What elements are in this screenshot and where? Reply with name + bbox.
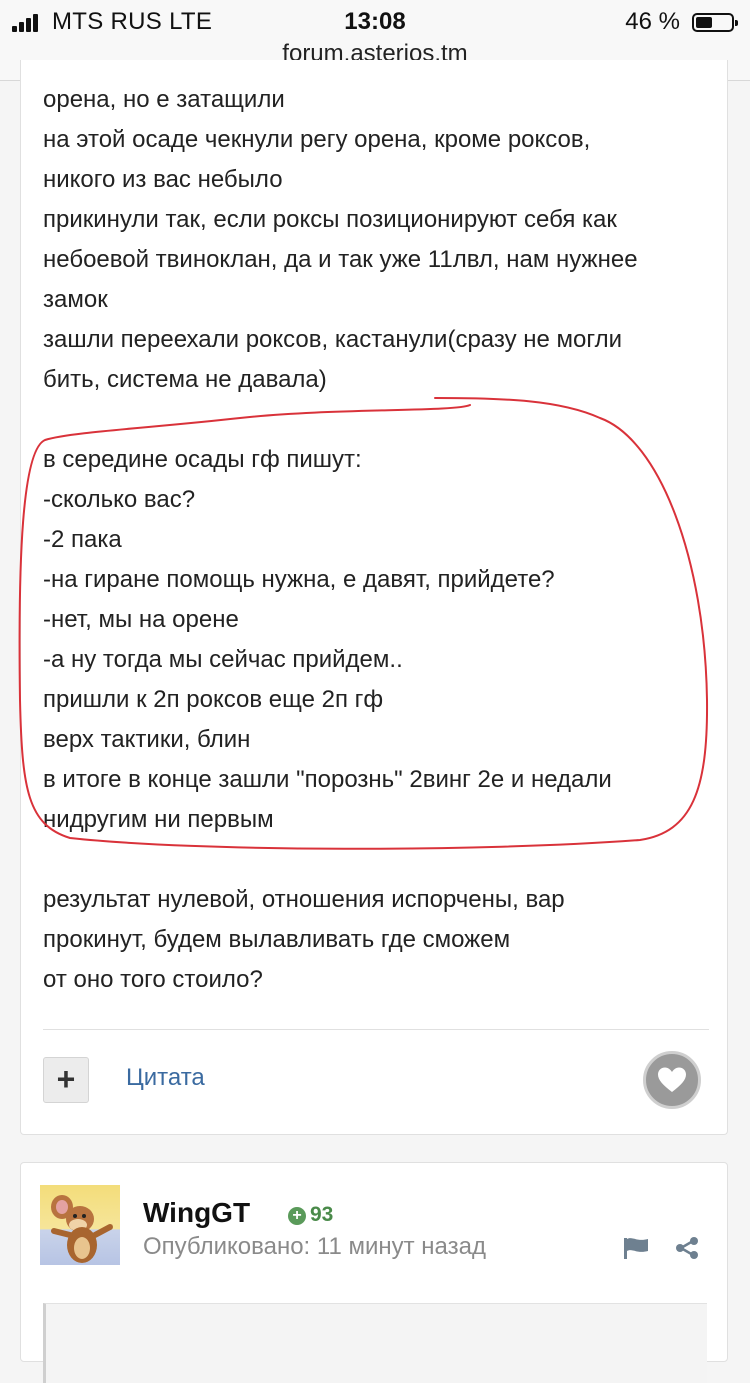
quote-button[interactable]: Цитата <box>126 1064 205 1092</box>
post-text-line: -2 пака <box>43 526 122 553</box>
post-text-line: верх тактики, блин <box>43 726 251 753</box>
post-text-line: -нет, мы на орене <box>43 606 239 633</box>
post-divider <box>43 1029 709 1030</box>
post-text-line: небоевой твиноклан, да и так уже 11лвл, … <box>43 246 638 273</box>
post-text-line: нидругим ни первым <box>43 806 274 833</box>
avatar[interactable] <box>40 1185 120 1265</box>
post-text-line: в итоге в конце зашли "порознь" 2винг 2е… <box>43 766 612 793</box>
post-timestamp: Опубликовано: 11 минут назад <box>143 1233 486 1260</box>
battery-percent: 46 % <box>625 8 680 35</box>
post-text-line: замок <box>43 286 108 313</box>
post-text-line: результат нулевой, отношения испорчены, … <box>43 886 565 913</box>
mouse-character-icon <box>51 1195 113 1263</box>
post-text-line: в середине осады гф пишут: <box>43 446 362 473</box>
plus-circle-icon: + <box>288 1207 306 1225</box>
next-post-card: WingGT +93 Опубликовано: 11 минут назад <box>20 1162 728 1383</box>
reputation-badge: +93 <box>288 1203 333 1227</box>
post-text-line: зашли переехали роксов, кастанули(сразу … <box>43 326 623 353</box>
post-text-line: прикинули так, если роксы позиционируют … <box>43 206 617 233</box>
post-text-line: на этой осаде чекнули регу орена, кроме … <box>43 126 591 153</box>
post-card: орена, но е затащили на этой осаде чекнул… <box>20 60 728 1135</box>
post-text-line: пришли к 2п роксов еще 2п гф <box>43 686 384 713</box>
flag-icon[interactable] <box>623 1236 649 1260</box>
post-text-line: -сколько вас? <box>43 486 196 513</box>
status-bar: MTS RUS LTE 13:08 46 % <box>0 6 750 36</box>
like-button[interactable] <box>643 1051 701 1109</box>
post-text-line: прокинут, будем вылавливать где сможем <box>43 926 511 953</box>
post-text-line: -а ну тогда мы сейчас прийдем.. <box>43 646 403 673</box>
post-author[interactable]: WingGT <box>143 1197 250 1229</box>
share-icon[interactable] <box>675 1236 699 1260</box>
highlighted-passage: в середине осады гф пишут: -сколько вас? -… <box>43 440 713 840</box>
post-text-line: никого из вас небыло <box>43 166 283 193</box>
quoted-block <box>43 1303 707 1383</box>
post-text-line: бить, система не давала) <box>43 366 327 393</box>
post-text-line: от оно того стоило? <box>43 966 263 993</box>
multiquote-button[interactable]: + <box>43 1057 89 1103</box>
post-content: орена, но е затащили на этой осаде чекнул… <box>43 80 713 1000</box>
battery-icon <box>692 13 738 32</box>
heart-icon <box>658 1067 686 1092</box>
post-text-line: -на гиране помощь нужна, е давят, прийде… <box>43 566 555 593</box>
post-text-line: орена, но е затащили <box>43 86 285 113</box>
